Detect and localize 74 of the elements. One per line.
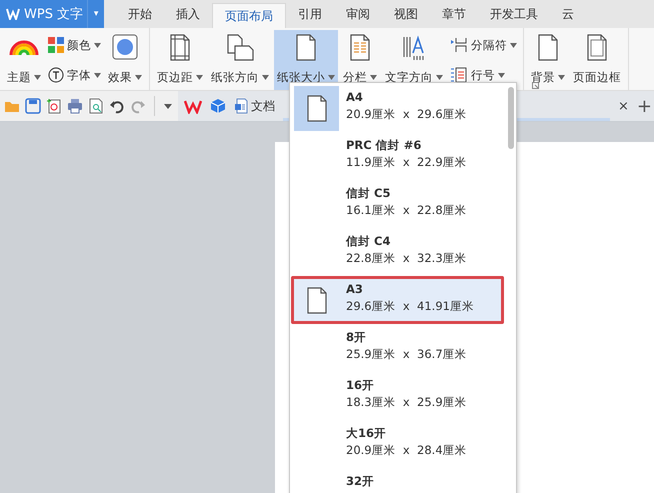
ribbon-tab[interactable]: 插入	[164, 0, 212, 28]
ribbon-button[interactable]: 背景	[528, 30, 568, 90]
paper-size-option[interactable]: 32开	[291, 468, 504, 493]
print-preview-icon[interactable]	[88, 98, 104, 114]
ribbon-button[interactable]: 页面边框	[570, 30, 624, 90]
color-swatch-icon	[48, 37, 64, 53]
ribbon-button[interactable]: 分隔符	[448, 35, 519, 55]
paper-size-option[interactable]: 大16开 20.9厘米 x 28.4厘米	[291, 420, 504, 468]
paper-size-option[interactable]: 信封 C5 16.1厘米 x 22.8厘米	[291, 180, 504, 228]
ribbon-button[interactable]: 主题	[4, 30, 44, 90]
paper-size-dimensions: 18.3厘米 x 25.9厘米	[346, 395, 467, 410]
paper-size-dimensions: 11.9厘米 x 22.9厘米	[346, 155, 467, 170]
paper-size-dimensions: 29.6厘米 x 41.91厘米	[346, 299, 474, 314]
ribbon-tab[interactable]: 章节	[430, 0, 478, 28]
paper-size-name: 信封 C5	[346, 186, 392, 201]
ribbon-button[interactable]: 字体	[46, 65, 103, 85]
ribbon-tab[interactable]: 云	[550, 0, 586, 28]
ribbon-button[interactable]: 纸张方向	[208, 30, 272, 90]
page-break-icon	[450, 37, 468, 53]
font-icon	[48, 67, 64, 83]
close-tab-button[interactable]: ×	[618, 98, 629, 114]
paper-size-dimensions: 25.9厘米 x 36.7厘米	[346, 347, 467, 362]
undo-icon[interactable]	[109, 98, 125, 114]
ribbon-tab[interactable]: 视图	[382, 0, 430, 28]
page-border-icon	[586, 34, 608, 60]
ribbon-tab[interactable]: 审阅	[334, 0, 382, 28]
paper-size-name: A4	[346, 90, 364, 105]
paper-size-option[interactable]: 16开 18.3厘米 x 25.9厘米	[291, 372, 504, 420]
export-icon[interactable]	[46, 98, 62, 114]
ribbon-tab[interactable]: 开始	[116, 0, 164, 28]
paper-size-dimensions: 16.1厘米 x 22.8厘米	[346, 203, 467, 218]
ribbon-button[interactable]: 效果	[105, 30, 145, 90]
app-menu-button[interactable]: WPS 文字	[0, 0, 88, 28]
new-tab-button[interactable]: +	[636, 96, 654, 116]
paper-size-dimensions: 22.8厘米 x 32.3厘米	[346, 251, 467, 266]
paper-size-name: A3	[346, 282, 364, 297]
ribbon-tab[interactable]: 开发工具	[478, 0, 550, 28]
document-tab[interactable]: 文档	[234, 98, 275, 114]
redo-icon[interactable]	[130, 98, 146, 114]
paper-size-option[interactable]: 8开 25.9厘米 x 36.7厘米	[291, 324, 504, 372]
rainbow-icon	[9, 39, 39, 55]
app-menu-caret[interactable]: ▾	[87, 0, 104, 28]
paper-size-name: 8开	[346, 330, 368, 345]
paper-size-option[interactable]: A3 29.6厘米 x 41.91厘米	[291, 276, 504, 324]
page-icon	[295, 34, 317, 60]
page-icon	[537, 34, 559, 60]
wps-logo-icon[interactable]	[184, 98, 202, 114]
ribbon-button[interactable]: 颜色	[46, 35, 103, 55]
save-icon[interactable]	[25, 98, 41, 114]
dialog-launcher-icon	[532, 82, 539, 89]
paper-size-name: 大16开	[346, 426, 388, 441]
paper-size-option[interactable]: PRC 信封 #6 11.9厘米 x 22.9厘米	[291, 132, 504, 180]
paper-size-dimensions: 20.9厘米 x 29.6厘米	[346, 107, 467, 122]
paper-size-dimensions: 20.9厘米 x 28.4厘米	[346, 443, 467, 458]
cube-icon[interactable]	[210, 98, 226, 114]
document-icon	[234, 98, 248, 114]
print-icon[interactable]	[67, 98, 83, 114]
ribbon-tab[interactable]: 页面布局	[212, 3, 286, 28]
paper-size-name: 32开	[346, 474, 374, 489]
paper-size-name: 16开	[346, 378, 376, 393]
paper-size-option[interactable]: 信封 C4 22.8厘米 x 32.3厘米	[291, 228, 504, 276]
page-icon	[306, 286, 328, 314]
page-icon	[306, 94, 328, 122]
ribbon-tab[interactable]: 引用	[286, 0, 334, 28]
paper-size-name: 信封 C4	[346, 234, 392, 249]
ribbon-button[interactable]: 纸张大小	[274, 30, 338, 90]
columns-icon	[349, 34, 371, 60]
app-name: WPS 文字	[24, 6, 84, 23]
ribbon-button[interactable]: 页边距	[154, 30, 206, 90]
page-margins-icon	[169, 34, 191, 60]
wps-logo-icon	[6, 8, 20, 20]
page-orientation-icon	[226, 34, 254, 60]
scrollbar-thumb[interactable]	[508, 87, 514, 149]
paper-size-name: PRC 信封 #6	[346, 138, 422, 153]
